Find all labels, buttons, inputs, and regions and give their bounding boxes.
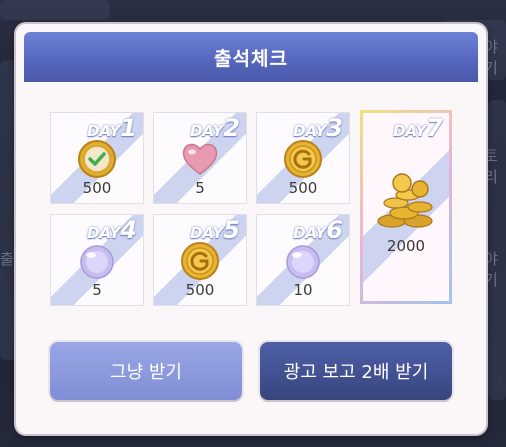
reward-amount: 2000: [386, 237, 426, 255]
day-label: DAY2: [190, 114, 240, 142]
day-5-reward-card[interactable]: DAY5 500: [153, 214, 247, 306]
day-label: DAY3: [293, 114, 343, 142]
reward-amount: 500: [288, 179, 318, 197]
claim-button[interactable]: 그냥 받기: [50, 342, 242, 400]
background-panel: [0, 60, 16, 360]
day-label: DAY7: [393, 114, 443, 142]
day-label: DAY1: [87, 114, 137, 142]
gold-coin-icon: [284, 140, 322, 178]
day-2-reward-card[interactable]: DAY2 5: [153, 112, 247, 204]
reward-amount: 500: [82, 179, 112, 197]
attendance-dialog: 출석체크 DAY1 500 DAY2 5 DAY3 500 DAY4 5 DAY…: [16, 24, 486, 434]
background-text: 토리: [484, 147, 498, 186]
day-label: DAY4: [87, 216, 137, 244]
reward-amount: 500: [185, 281, 215, 299]
day-7-reward-card[interactable]: DAY7 2000: [360, 110, 452, 304]
day-3-reward-card[interactable]: DAY3 500: [256, 112, 350, 204]
coin-pile-icon: [377, 173, 433, 228]
day-label: DAY5: [190, 216, 240, 244]
purple-orb-icon: [80, 245, 114, 279]
day-1-reward-card[interactable]: DAY1 500: [50, 112, 144, 204]
purple-orb-icon: [286, 245, 320, 279]
watch-ad-double-claim-button[interactable]: 광고 보고 2배 받기: [260, 342, 452, 400]
reward-amount: 5: [92, 281, 102, 299]
day-6-reward-card[interactable]: DAY6 10: [256, 214, 350, 306]
background-panel: [0, 0, 110, 20]
background-text: 야기: [484, 38, 498, 77]
day-4-reward-card[interactable]: DAY4 5: [50, 214, 144, 306]
background-text: 야기: [484, 250, 498, 289]
gold-coin-icon: [181, 242, 219, 280]
dialog-title: 출석체크: [214, 47, 288, 70]
reward-amount: 5: [195, 179, 205, 197]
checked-gold-coin-icon: [78, 140, 116, 178]
pink-heart-icon: [182, 143, 218, 175]
day-label: DAY6: [293, 216, 343, 244]
reward-amount: 10: [293, 281, 313, 299]
dialog-header: 출석체크: [24, 32, 478, 82]
